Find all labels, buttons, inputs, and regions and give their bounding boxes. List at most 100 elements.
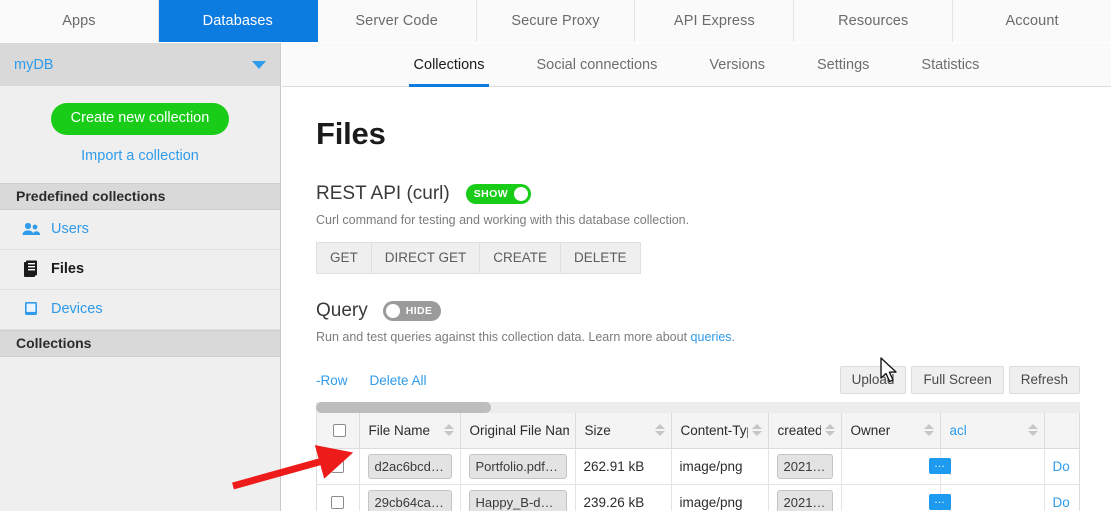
sidebar-item-label: Devices <box>51 301 103 317</box>
delete-button[interactable]: DELETE <box>560 242 641 274</box>
cell-content-type: image/png <box>671 484 769 511</box>
original-file-name-value[interactable]: Portfolio.pdf.png <box>468 453 567 479</box>
direct-get-button[interactable]: DIRECT GET <box>370 242 480 274</box>
tab-statistics[interactable]: Statistics <box>895 57 1005 86</box>
queries-link[interactable]: queries <box>691 330 732 344</box>
sort-icon[interactable] <box>923 424 934 437</box>
created-at-value[interactable]: 2021-08-2 … <box>776 489 833 511</box>
tab-versions[interactable]: Versions <box>683 57 791 86</box>
cell-created-at: 2021-08-2 … <box>768 484 842 511</box>
cell-size: 239.26 kB <box>575 484 672 511</box>
secondary-navigation: Collections Social connections Versions … <box>282 43 1111 87</box>
nav-tab-account[interactable]: Account <box>953 0 1111 42</box>
row-select-cell <box>317 448 360 485</box>
delete-all-link[interactable]: Delete All <box>370 373 427 388</box>
nav-tab-server-code[interactable]: Server Code <box>317 0 477 42</box>
sort-icon[interactable] <box>654 424 665 437</box>
acl-expand-icon[interactable]: … <box>928 493 951 510</box>
table-toolbar: -Row Delete All Upload Full Screen Refre… <box>316 366 1080 394</box>
tab-social-connections[interactable]: Social connections <box>510 57 683 86</box>
sidebar-actions: Create new collection Import a collectio… <box>0 86 280 183</box>
refresh-button[interactable]: Refresh <box>1008 366 1080 394</box>
tab-settings[interactable]: Settings <box>791 57 895 86</box>
th-owner[interactable]: Owner <box>841 413 941 449</box>
row-select-checkbox[interactable] <box>331 459 345 473</box>
sidebar-item-devices[interactable]: Devices <box>0 289 280 330</box>
nav-tab-api-express[interactable]: API Express <box>635 0 795 42</box>
cell-acl: … <box>928 484 1045 511</box>
remove-row-link[interactable]: -Row <box>316 373 348 388</box>
nav-tab-secure-proxy[interactable]: Secure Proxy <box>476 0 636 42</box>
sidebar-item-users[interactable]: Users <box>0 209 280 250</box>
download-link[interactable]: Do <box>1053 459 1070 474</box>
sidebar-item-label: Files <box>51 261 85 277</box>
main-content: Files REST API (curl) SHOW Curl command … <box>282 88 1111 511</box>
query-label: Query <box>316 300 368 321</box>
file-name-value[interactable]: d2ac6bcd-401… <box>367 453 452 479</box>
table-horizontal-scrollbar-top[interactable] <box>316 402 1080 413</box>
create-button[interactable]: CREATE <box>479 242 561 274</box>
nav-tab-databases[interactable]: Databases <box>158 0 318 42</box>
cell-size: 262.91 kB <box>575 448 672 485</box>
query-hide-toggle[interactable]: HIDE <box>382 301 442 321</box>
cell-download: Do <box>1044 448 1079 485</box>
sort-icon[interactable] <box>824 424 835 437</box>
table-row: d2ac6bcd-401… Portfolio.pdf.png 262.91 k… <box>317 448 1079 485</box>
sidebar-item-label: Users <box>51 221 89 237</box>
import-collection-link[interactable]: Import a collection <box>0 148 280 164</box>
cell-owner <box>841 448 941 485</box>
original-file-name-value[interactable]: Happy_B-day_card.… <box>468 489 567 511</box>
toggle-knob-icon <box>385 304 400 318</box>
th-created-at[interactable]: createdAt <box>768 413 842 449</box>
table-row: 29cb64ca-28d… Happy_B-day_card.… 239.26 … <box>317 484 1079 511</box>
upload-button[interactable]: Upload <box>839 366 907 394</box>
th-select-all <box>317 413 360 449</box>
th-size[interactable]: Size <box>575 413 672 449</box>
sort-icon[interactable] <box>1027 424 1038 437</box>
sort-icon[interactable] <box>751 424 762 437</box>
full-screen-button[interactable]: Full Screen <box>911 366 1004 394</box>
cell-file-name: 29cb64ca-28d… <box>359 484 461 511</box>
th-label: Owner <box>850 422 891 438</box>
predefined-collections-heading: Predefined collections <box>0 182 280 210</box>
create-new-collection-button[interactable]: Create new collection <box>50 103 230 135</box>
th-label: File Name <box>368 422 431 438</box>
files-table-wrapper: File Name Original File Name Size Conten… <box>316 413 1080 511</box>
row-select-checkbox[interactable] <box>331 495 345 509</box>
sidebar: myDB Create new collection Import a coll… <box>0 43 281 511</box>
th-original-file-name[interactable]: Original File Name <box>460 413 576 449</box>
acl-expand-icon[interactable]: … <box>928 457 951 474</box>
query-toggle-label: HIDE <box>405 305 433 317</box>
page-title: Files <box>316 116 386 151</box>
th-acl[interactable]: acl <box>940 413 1045 449</box>
sort-icon[interactable] <box>443 424 454 437</box>
nav-tab-apps[interactable]: Apps <box>0 0 159 42</box>
rest-api-help-text: Curl command for testing and working wit… <box>316 213 690 227</box>
query-help-text: Run and test queries against this collec… <box>316 330 1111 344</box>
cell-original-file-name: Happy_B-day_card.… <box>460 484 576 511</box>
cell-created-at: 2021-08-2 … <box>768 448 842 485</box>
table-header-row: File Name Original File Name Size Conten… <box>317 413 1079 449</box>
select-all-checkbox[interactable] <box>332 423 346 437</box>
rest-api-toggle-label: SHOW <box>473 188 508 200</box>
get-button[interactable]: GET <box>316 242 371 274</box>
created-at-value[interactable]: 2021-08-2 … <box>776 453 833 479</box>
th-label: createdAt <box>777 422 821 438</box>
users-icon <box>22 220 40 238</box>
sidebar-item-files[interactable]: Files <box>0 249 280 290</box>
scrollbar-thumb[interactable] <box>316 402 491 413</box>
th-content-type[interactable]: Content-Type <box>671 413 769 449</box>
download-link[interactable]: Do <box>1053 495 1070 510</box>
th-label: Content-Type <box>680 422 748 438</box>
table-toolbar-right: Upload Full Screen Refresh <box>839 366 1080 394</box>
acl-input[interactable]: … <box>928 457 951 475</box>
acl-input[interactable]: … <box>928 493 951 511</box>
file-name-value[interactable]: 29cb64ca-28d… <box>367 489 452 511</box>
nav-tab-resources[interactable]: Resources <box>794 0 954 42</box>
tab-collections[interactable]: Collections <box>388 57 511 87</box>
rest-api-method-buttons: GET DIRECT GET CREATE DELETE <box>316 242 1111 274</box>
database-selector[interactable]: myDB <box>0 43 280 86</box>
rest-api-show-toggle[interactable]: SHOW <box>465 184 531 204</box>
th-file-name[interactable]: File Name <box>359 413 461 449</box>
primary-navigation: Apps Databases Server Code Secure Proxy … <box>0 0 1111 42</box>
